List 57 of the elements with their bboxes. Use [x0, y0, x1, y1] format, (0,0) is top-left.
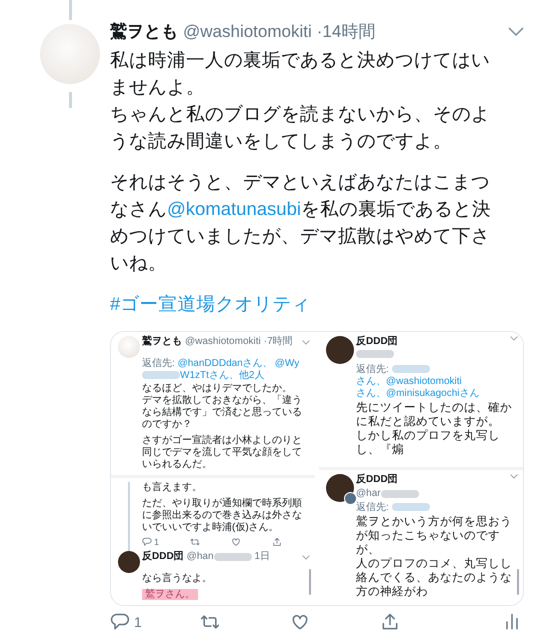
tweet-text: も言えます。	[142, 482, 202, 493]
timestamp: 1日	[254, 551, 270, 563]
tweet-text: 私は時浦一人の裏垢であると決めつけてはいませんよ。	[110, 48, 491, 99]
mention-link[interactable]: @komatunasubi	[167, 198, 301, 219]
tweet-text: 鷲ヲさん。	[142, 589, 198, 600]
redaction-blur	[392, 503, 430, 512]
chevron-down-icon[interactable]	[510, 474, 518, 479]
tweet-text: ただ、やり取りが通知欄で時系列順に参照出来るので巻き込みは外さないでいいですよ時浦(仮)さん。	[142, 498, 302, 533]
reply-label: 返信先:	[356, 364, 389, 375]
author-handle: @washiotomokiti	[185, 336, 261, 348]
tweet-text: ちゃんと私のブログを読まないから、そのような読み間違いをしてしまうのですよ。	[110, 102, 491, 153]
author-name: 反DDD団	[356, 336, 398, 348]
redaction-blur	[142, 371, 180, 380]
author-handle: @washiotomokiti	[183, 22, 312, 42]
tweet-text: それはそうと、デマといえばあなたはこまつなさん@komatunasubiを私の裏垢であると決めつけていましたが、デマ拡散はやめて下さいね。	[110, 170, 492, 275]
tweet-text: なら言うなよ。	[142, 573, 212, 584]
hashtag-link[interactable]: #ゴー宣道場クオリティ	[110, 293, 310, 314]
mention-link[interactable]: W1zTtさん、他2人	[180, 370, 264, 381]
tweet-text: なるほど、やはりデマでしたか。	[142, 383, 292, 394]
author-handle: @har	[356, 488, 381, 500]
tweet-text: 先にツイートしたのは、確かに私だと認めていますが。	[356, 402, 512, 428]
reply-count: 1	[134, 613, 142, 632]
tweet-text: デマを拡散しておきながら、「違うなら結構です」で済むと思っているのですか？	[142, 395, 302, 430]
reply-icon[interactable]	[142, 537, 152, 547]
image-collage[interactable]	[110, 331, 524, 606]
share-icon[interactable]	[272, 537, 282, 547]
author-name: 反DDD団	[356, 474, 398, 486]
chevron-down-icon[interactable]	[508, 26, 524, 36]
mention-link[interactable]: さん、@washiotomokiti	[356, 376, 462, 387]
redaction-blur	[392, 365, 430, 374]
author-handle: @han	[186, 551, 214, 563]
author-name: 反DDD団	[142, 551, 184, 563]
owl-avatar[interactable]	[326, 336, 354, 364]
tweet-text: しかし私のプロフを丸写しし、『煽	[356, 430, 500, 456]
reply-label: 返信先:	[142, 358, 175, 369]
chevron-down-icon[interactable]	[302, 340, 310, 344]
chevron-down-icon[interactable]	[302, 554, 310, 560]
author-name: 鷲ヲとも	[110, 21, 178, 43]
mention-link[interactable]: さん、@minisukagochiさん	[356, 388, 480, 399]
reply-label: 返信先:	[356, 502, 389, 513]
mention-link[interactable]: @hanDDDdanさん、	[178, 358, 273, 369]
author-name: 鷲ヲとも	[142, 336, 182, 348]
owl-avatar[interactable]	[326, 474, 354, 502]
share-icon[interactable]	[380, 612, 400, 632]
reply-icon[interactable]	[110, 612, 130, 632]
chevron-down-icon[interactable]	[510, 336, 518, 341]
tweet-text: 鷲ヲとかいう方が何を思おうが知ったこちゃないのですが、	[356, 516, 512, 556]
owl-avatar[interactable]	[118, 551, 140, 573]
heart-icon[interactable]	[290, 612, 310, 632]
reply-count: 1	[154, 536, 160, 548]
timestamp: ·14時間	[316, 21, 376, 43]
tweet-text: 人のプロフのコメ、丸写しし絡んでくる、あなたのような方の神経がわ	[356, 558, 512, 598]
heart-icon[interactable]	[230, 537, 241, 547]
retweet-icon[interactable]	[190, 537, 200, 547]
mention-link[interactable]: @Wy	[274, 358, 300, 369]
tweet-text: さすがゴー宣読者は小林よしのりと同じでデマを流して平気な顔をしていられるんだ。	[142, 435, 302, 470]
timestamp: ·7時間	[264, 336, 293, 348]
